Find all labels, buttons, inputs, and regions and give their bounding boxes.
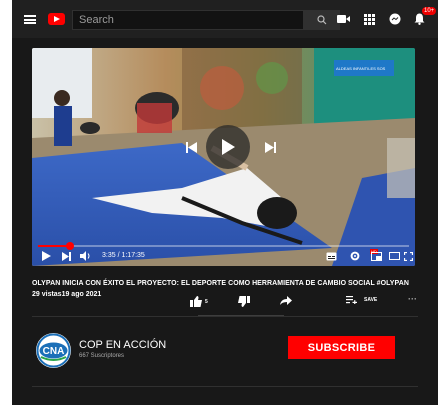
time-display: 3:35 / 1:17:35 [102, 252, 145, 259]
scene-sign-text: ALDEAS INFANTILES SOS [336, 66, 386, 71]
play-button[interactable] [42, 250, 51, 262]
notification-badge: 10+ [422, 7, 437, 15]
volume-icon [80, 251, 90, 261]
settings-button[interactable] [350, 250, 360, 262]
share-icon [280, 296, 292, 305]
video-meta: 29 vistas19 ago 2021 [32, 291, 102, 298]
menu-icon[interactable] [24, 15, 36, 24]
share-button[interactable] [280, 296, 292, 305]
subscribe-button[interactable]: SUBSCRIBE [288, 336, 395, 359]
thumbs-down-icon [238, 296, 250, 307]
dislike-button[interactable] [238, 296, 250, 307]
theater-mode-button[interactable] [389, 250, 400, 262]
like-button[interactable]: 5 [190, 296, 208, 307]
search-button[interactable] [304, 10, 340, 30]
like-count: 5 [205, 298, 208, 305]
miniplayer-button[interactable] [371, 250, 382, 262]
divider-bottom [32, 386, 418, 387]
next-button[interactable] [263, 140, 277, 154]
apps-grid-icon[interactable] [362, 12, 376, 26]
previous-button[interactable] [184, 140, 198, 154]
video-title: OLYPAN INICIA CON ÉXITO EL PROYECTO: EL … [32, 280, 409, 287]
play-icon [222, 139, 235, 155]
gear-icon [350, 251, 360, 261]
subtitles-button[interactable] [326, 250, 337, 262]
search-icon [317, 15, 327, 25]
subtitles-icon [326, 252, 337, 260]
app-frame: 10+ [12, 0, 438, 405]
top-bar: 10+ [12, 0, 438, 38]
next-small-button[interactable] [62, 250, 71, 262]
more-horizontal-icon: ··· [408, 294, 417, 304]
messages-icon[interactable] [388, 12, 402, 26]
channel-subscribers: 667 Suscriptores [79, 353, 125, 359]
search-input[interactable] [72, 10, 304, 30]
playlist-add-icon [346, 296, 357, 304]
save-button[interactable]: SAVE [346, 296, 377, 304]
save-label: SAVE [364, 297, 378, 303]
skip-next-small-icon [62, 251, 71, 261]
thumbs-up-icon [190, 296, 202, 307]
create-video-icon[interactable] [336, 12, 350, 26]
progress-scrubber[interactable] [66, 242, 74, 250]
divider [32, 316, 418, 317]
volume-button[interactable] [80, 250, 92, 262]
fullscreen-button[interactable] [404, 250, 413, 262]
play-small-icon [42, 251, 51, 261]
channel-avatar[interactable]: CNA [36, 333, 71, 368]
play-pause-button[interactable] [206, 125, 250, 169]
fullscreen-icon [404, 251, 413, 261]
channel-logo: CNA [36, 333, 71, 368]
theater-icon [389, 252, 400, 260]
video-player[interactable]: ALDEAS INFANTILES SOS 3:35 / 1:17:35 HD [32, 48, 415, 266]
skip-previous-icon [185, 141, 197, 153]
more-options-button[interactable]: ··· [408, 294, 417, 304]
miniplayer-icon [371, 251, 382, 261]
channel-logo-text: CNA [43, 346, 65, 357]
skip-next-icon [264, 141, 276, 153]
channel-name[interactable]: COP EN ACCIÓN [79, 339, 166, 351]
youtube-logo[interactable] [48, 13, 65, 25]
progress-bar[interactable] [38, 242, 409, 250]
